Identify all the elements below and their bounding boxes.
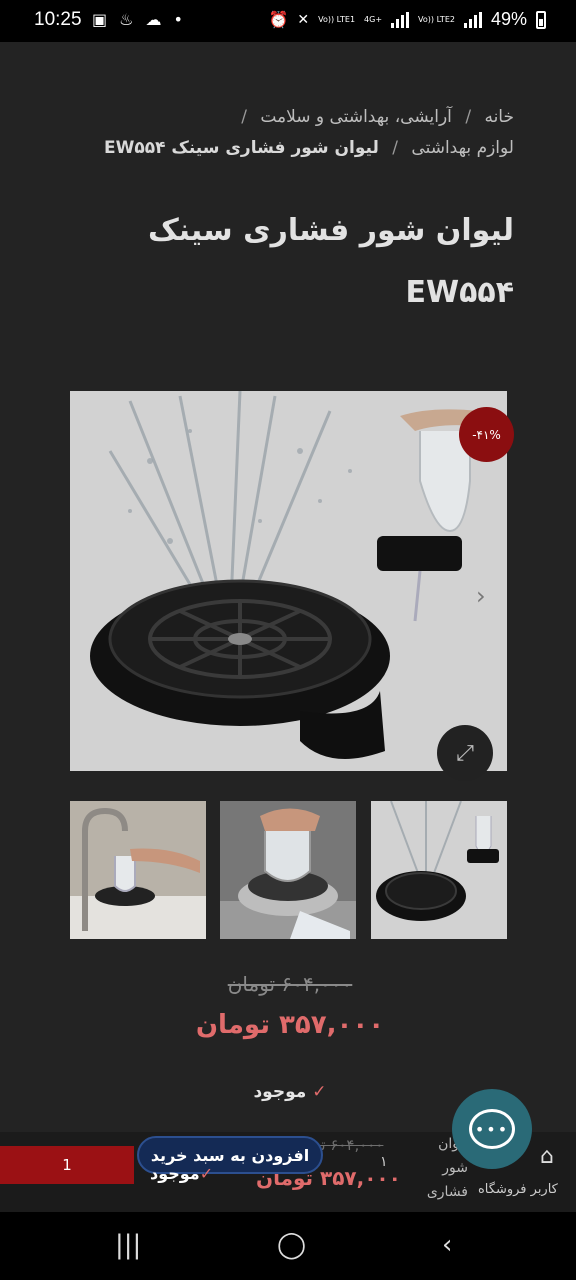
- status-time: 10:25: [34, 9, 82, 30]
- chevron-right-icon[interactable]: ›: [476, 582, 486, 610]
- breadcrumb-separator: /: [465, 107, 472, 127]
- sim2-label: Vo)) LTE2: [418, 15, 455, 24]
- thumbnail-2[interactable]: [220, 801, 356, 939]
- app-notification-icon: ♨: [119, 10, 134, 29]
- gallery-notification-icon: ▣: [92, 10, 108, 29]
- breadcrumb-category[interactable]: آرایشی، بهداشتی و سلامت: [260, 107, 452, 127]
- breadcrumb-home[interactable]: خانه: [484, 107, 514, 127]
- price-old: ۶۰۴,۰۰۰ تومان: [227, 972, 353, 996]
- net-label: 4G+: [364, 15, 383, 24]
- sticky-nav-label[interactable]: کاربر فروشگاه: [478, 1182, 558, 1197]
- breadcrumb-separator: /: [392, 138, 398, 158]
- chat-button[interactable]: •••: [452, 1089, 532, 1169]
- thumbnail-2-illustration: [220, 801, 356, 939]
- product-thumbnails: [70, 801, 507, 939]
- sticky-stock-text: موجود: [150, 1164, 200, 1183]
- recents-icon[interactable]: |||: [115, 1230, 141, 1260]
- breadcrumb: خانه / آرایشی، بهداشتی و سلامت / لوازم ب…: [74, 102, 514, 164]
- notification-icons: ▣ ♨ ☁ •: [92, 10, 183, 29]
- zoom-icon: ⤢: [456, 740, 474, 766]
- product-main-image[interactable]: [70, 391, 507, 771]
- product-image-illustration: [70, 391, 507, 771]
- breadcrumb-current: لیوان شور فشاری سینک EW۵۵۴: [104, 138, 379, 158]
- system-nav-bar: ||| ◯ ‹: [0, 1212, 576, 1280]
- store-icon[interactable]: ⌂: [540, 1144, 554, 1169]
- mute-icon: ✕: [297, 11, 310, 28]
- alarm-icon: ⏰: [268, 10, 289, 29]
- home-icon[interactable]: ◯: [277, 1230, 306, 1260]
- price-new: ۳۵۷,۰۰۰ تومان: [195, 1010, 385, 1040]
- signal-icon: [391, 11, 410, 28]
- back-icon[interactable]: ‹: [442, 1230, 452, 1260]
- battery-percent: 49%: [490, 9, 527, 29]
- signal-icon-2: [463, 11, 482, 28]
- stock-label: موجود: [253, 1082, 307, 1102]
- breadcrumb-subcategory[interactable]: لوازم بهداشتی: [411, 138, 514, 158]
- battery-icon: [536, 10, 546, 29]
- sticky-stock-label: ✓موجود: [150, 1164, 213, 1183]
- stock-status: ✓موجود: [230, 1082, 350, 1102]
- product-title: لیوان شور فشاری سینک EW۵۵۴: [147, 213, 514, 310]
- sticky-check-icon: ✓: [199, 1164, 214, 1183]
- sticky-qty-number: ۱: [380, 1154, 388, 1170]
- chat-notification-icon: ☁: [145, 10, 162, 29]
- quantity-stepper[interactable]: 1: [0, 1146, 134, 1184]
- product-page: خانه / آرایشی، بهداشتی و سلامت / لوازم ب…: [0, 42, 576, 1212]
- thumbnail-1-illustration: [70, 801, 206, 939]
- sim1-label: Vo)) LTE1: [318, 15, 356, 24]
- sale-badge: -۴۱%: [459, 407, 514, 462]
- breadcrumb-separator: /: [241, 107, 247, 127]
- thumbnail-1[interactable]: [70, 801, 206, 939]
- chat-icon: •••: [469, 1109, 515, 1149]
- status-right: ⏰ ✕ Vo)) LTE1 4G+ Vo)) LTE2 49%: [268, 9, 546, 30]
- dot-icon: •: [173, 10, 183, 29]
- thumbnail-3-illustration: [371, 801, 507, 939]
- check-icon: ✓: [312, 1082, 327, 1102]
- zoom-button[interactable]: ⤢: [437, 725, 493, 781]
- thumbnail-3[interactable]: [371, 801, 507, 939]
- status-bar: 10:25 ▣ ♨ ☁ • ⏰ ✕ Vo)) LTE1 4G+ Vo)) LTE…: [0, 0, 576, 42]
